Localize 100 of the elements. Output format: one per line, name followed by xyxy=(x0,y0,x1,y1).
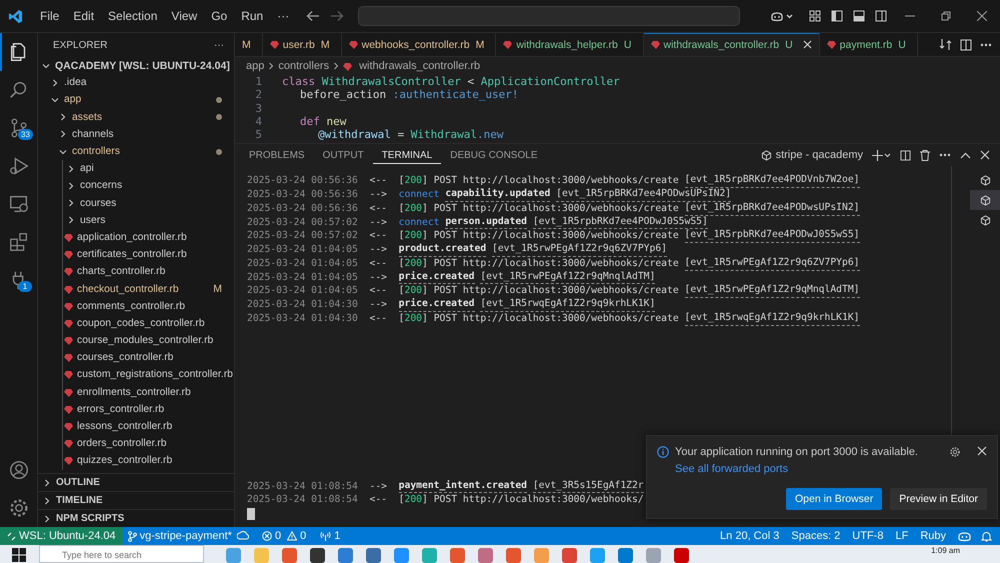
ports-indicator[interactable]: 1 xyxy=(315,530,346,542)
log-time: 2025-03-24 01:08:54 xyxy=(247,493,358,507)
remote-indicator[interactable]: WSL: Ubuntu-24.04 xyxy=(0,527,123,545)
log-time: 2025-03-24 00:56:36 xyxy=(247,188,358,202)
explorer-folder[interactable]: channels xyxy=(72,128,234,140)
log-arrow: --> xyxy=(370,216,387,230)
explorer-file[interactable]: checkout_controller.rb xyxy=(77,284,214,295)
forwarded-ports-link[interactable]: See all forwarded ports xyxy=(675,463,788,475)
event-name: price.created xyxy=(398,298,474,312)
explorer-file[interactable]: enrollments_controller.rb xyxy=(77,386,234,398)
line-number: 3 xyxy=(254,102,262,115)
count-badge: 1 xyxy=(18,281,32,292)
log-time: 2025-03-24 01:08:54 xyxy=(247,480,358,494)
explorer-file[interactable]: coupon_codes_controller.rb xyxy=(77,318,234,329)
primary-button[interactable]: Open in Browser xyxy=(786,488,882,510)
explorer-file[interactable]: courses_controller.rb xyxy=(77,352,234,364)
log-time: 2025-03-24 01:04:05 xyxy=(247,256,358,271)
terminal-name[interactable]: stripe - qacademy xyxy=(776,149,863,162)
status-code: [200] xyxy=(398,229,428,244)
section-header[interactable]: OUTLINE xyxy=(56,477,100,488)
workspace-title[interactable]: QACADEMY [WSL: UBUNTU-24.04] xyxy=(55,60,234,72)
explorer-file[interactable]: course_modules_controller.rb xyxy=(77,335,234,346)
explorer-file[interactable]: custom_registrations_controller.rb xyxy=(77,369,234,380)
git-status-label: M xyxy=(213,283,222,296)
menu-item[interactable]: Run xyxy=(234,6,270,26)
explorer-file[interactable]: lessons_controller.rb xyxy=(77,421,234,432)
explorer-file[interactable]: application_controller.rb xyxy=(77,232,234,243)
section-header[interactable]: NPM SCRIPTS xyxy=(56,513,124,524)
log-arrow: <-- xyxy=(370,202,387,216)
explorer-folder[interactable]: courses xyxy=(80,198,234,209)
explorer-file[interactable]: charts_controller.rb xyxy=(77,266,234,278)
menu-item[interactable]: Go xyxy=(204,6,234,26)
explorer-file[interactable]: errors_controller.rb xyxy=(77,404,234,415)
event-name: capability.updated xyxy=(445,188,550,202)
explorer-folder[interactable]: users xyxy=(80,214,234,226)
branch-indicator[interactable]: vg-stripe-payment* xyxy=(122,530,237,542)
activity-bar-button[interactable]: 33 xyxy=(0,109,37,147)
panel-tab[interactable]: TERMINAL xyxy=(372,146,442,164)
event-id: [evt_1R5rwqEgAf1Z2r9q9krhLK1K] xyxy=(684,312,860,326)
panel-tab[interactable]: OUTPUT xyxy=(314,146,373,164)
explorer-folder[interactable]: .idea xyxy=(64,77,234,88)
connect-label: connect xyxy=(398,188,440,202)
code-token: :authenticate_user! xyxy=(392,88,519,102)
explorer-file[interactable]: orders_controller.rb xyxy=(77,438,234,450)
event-id: [evt_1R5rwqEgAf1Z2r9q9krhLK1K] xyxy=(480,298,656,312)
request-url: POST http://localhost:3000/webhooks/ xyxy=(434,493,644,507)
panel-tab[interactable]: DEBUG CONSOLE xyxy=(441,146,546,164)
log-arrow: <-- xyxy=(370,256,387,271)
explorer-file[interactable]: certificates_controller.rb xyxy=(77,249,234,260)
menu-item[interactable]: Edit xyxy=(66,6,102,26)
problems-indicator[interactable]: 0 0 xyxy=(256,530,312,542)
log-time: 2025-03-24 01:04:05 xyxy=(247,284,358,298)
explorer-folder[interactable]: app xyxy=(64,94,216,106)
secondary-button[interactable]: Preview in Editor xyxy=(890,488,987,510)
explorer-folder[interactable]: concerns xyxy=(80,180,234,192)
status-item[interactable]: Spaces: 2 xyxy=(785,530,846,542)
breadcrumb-item[interactable]: controllers xyxy=(278,60,330,72)
status-item[interactable]: Ruby xyxy=(914,530,952,542)
menu-item[interactable]: File xyxy=(33,6,66,26)
menu-item[interactable]: Selection xyxy=(101,6,164,26)
request-url: POST http://localhost:3000/webhooks/create xyxy=(434,256,679,271)
log-arrow: --> xyxy=(370,270,387,284)
section-header[interactable]: TIMELINE xyxy=(56,495,103,506)
request-url: POST http://localhost:3000/webhooks/create xyxy=(434,202,679,216)
menu-item[interactable]: ··· xyxy=(270,6,296,26)
log-time: 2025-03-24 00:56:36 xyxy=(247,202,358,216)
log-arrow: <-- xyxy=(370,493,387,507)
status-item[interactable]: LF xyxy=(889,530,914,542)
request-url: POST http://localhost:3000/webhooks/create xyxy=(434,284,679,298)
log-arrow: <-- xyxy=(370,312,387,326)
more-actions-button[interactable]: ··· xyxy=(214,40,224,50)
line-number: 2 xyxy=(254,88,262,102)
explorer-folder[interactable]: api xyxy=(80,163,234,174)
line-number: 1 xyxy=(254,75,262,88)
connect-label: connect xyxy=(398,216,440,230)
status-item[interactable]: Ln 20, Col 3 xyxy=(714,530,786,542)
status-item[interactable]: UTF-8 xyxy=(846,530,890,542)
panel-tab[interactable]: PROBLEMS xyxy=(240,146,314,164)
status-code: [200] xyxy=(398,256,428,271)
request-url: POST http://localhost:3000/webhooks/create xyxy=(434,174,679,188)
breadcrumb-item[interactable]: app xyxy=(246,60,264,72)
line-number: 4 xyxy=(254,115,262,128)
status-code: [200] xyxy=(398,284,428,298)
code-token: < xyxy=(466,75,476,88)
search-field[interactable]: Type here to search xyxy=(39,545,204,563)
code-token: .new xyxy=(476,128,504,142)
menu-item[interactable]: View xyxy=(164,6,204,26)
explorer-file[interactable]: comments_controller.rb xyxy=(77,300,234,312)
sidebar-title: EXPLORER xyxy=(53,40,108,50)
event-name: product.created xyxy=(398,243,486,257)
breadcrumb-item[interactable]: withdrawals_controller.rb xyxy=(359,60,480,72)
explorer-file[interactable]: quizzes_controller.rb xyxy=(77,455,234,466)
explorer-folder[interactable]: assets xyxy=(72,112,216,123)
editor-tab[interactable]: withdrawals_controller.rb U xyxy=(644,33,820,56)
event-name: price.created xyxy=(398,270,474,284)
log-time: 2025-03-24 01:04:05 xyxy=(247,270,358,284)
code-token: before_action xyxy=(300,88,388,102)
explorer-folder[interactable]: controllers xyxy=(72,146,216,158)
activity-bar-button[interactable]: 1 xyxy=(0,261,37,299)
code-token: @withdrawal xyxy=(318,128,391,142)
